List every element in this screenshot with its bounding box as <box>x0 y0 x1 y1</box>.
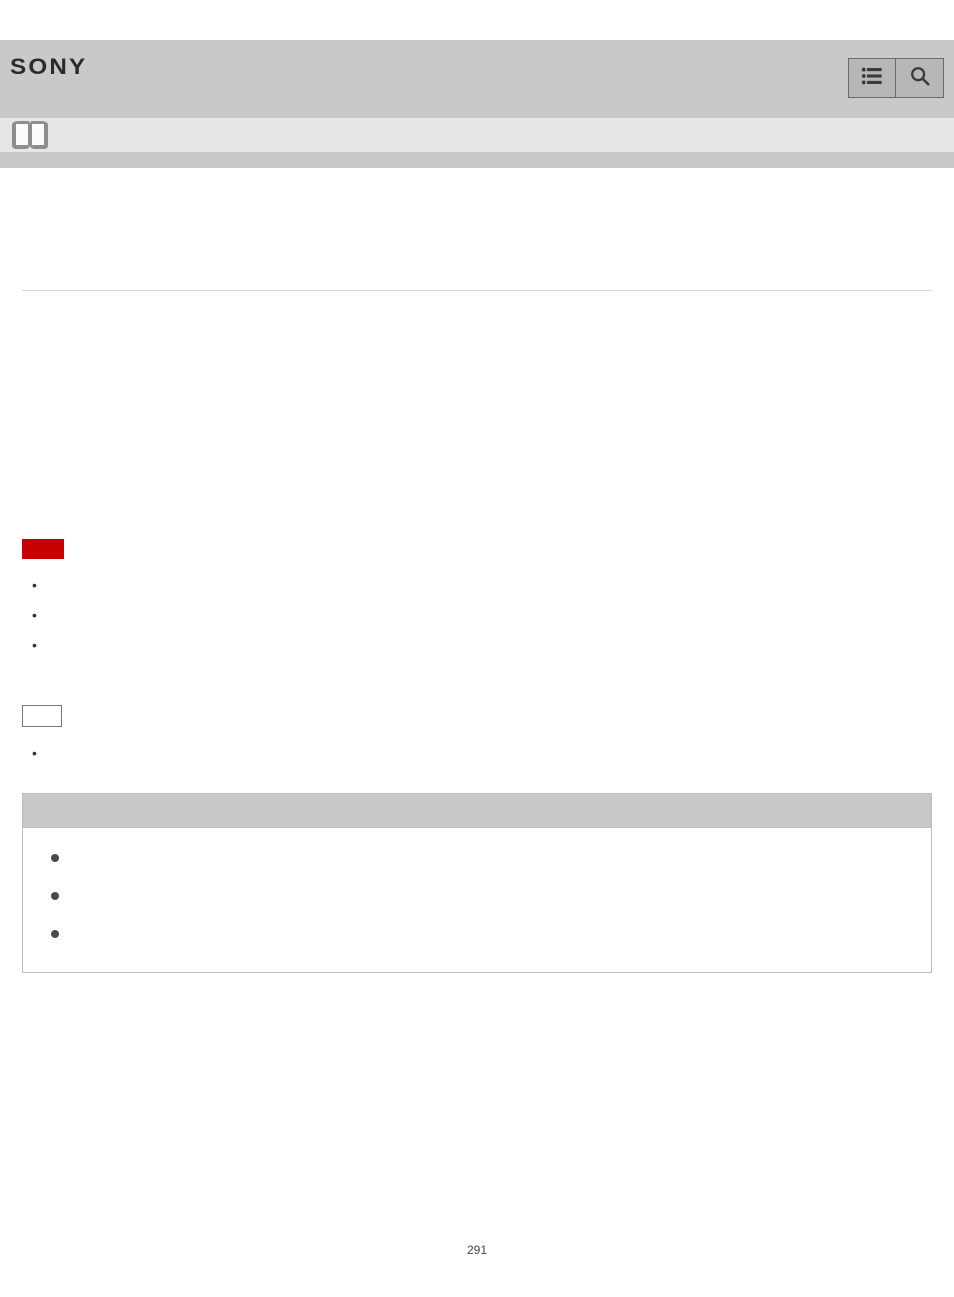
note-panel <box>22 793 932 973</box>
list-item <box>51 888 903 908</box>
outline-box <box>22 705 62 727</box>
list-item <box>51 926 903 946</box>
bullet-list-primary <box>22 577 932 661</box>
record-indicator <box>22 539 64 559</box>
top-margin <box>0 0 954 40</box>
note-panel-body <box>23 828 931 972</box>
menu-button[interactable] <box>848 58 896 98</box>
brand-logo: SONY <box>10 54 954 80</box>
header-bar: SONY <box>0 40 954 118</box>
manual-icon <box>10 121 50 149</box>
header-tools <box>848 58 944 98</box>
search-icon <box>909 65 931 92</box>
note-bullet-list <box>51 850 903 946</box>
list-item <box>28 637 932 661</box>
search-button[interactable] <box>896 58 944 98</box>
subheader-bar <box>0 118 954 152</box>
list-item <box>28 607 932 631</box>
list-item <box>28 577 932 601</box>
subheader-tail <box>0 152 954 168</box>
bullet-list-secondary <box>22 745 932 769</box>
menu-icon <box>861 65 883 92</box>
note-panel-header <box>23 794 931 828</box>
section-divider <box>22 290 932 291</box>
list-item <box>28 745 932 769</box>
content-area <box>0 168 954 1013</box>
list-item <box>51 850 903 870</box>
page-number: 291 <box>0 1013 954 1297</box>
